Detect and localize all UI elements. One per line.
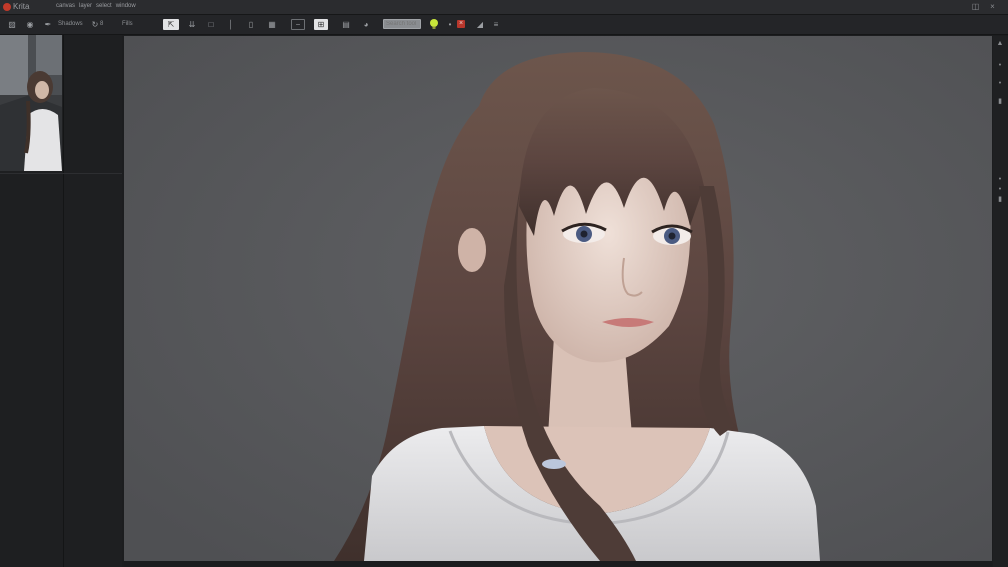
menu-item-layer[interactable]: layer <box>79 0 92 14</box>
pointer-icon[interactable]: ⇱ <box>163 19 179 30</box>
brush-preset-icon[interactable]: ◉ <box>24 19 36 30</box>
menu-bar: Krita canvas layer select window ◫ × <box>0 0 1008 15</box>
main-menu: canvas layer select window <box>56 0 136 14</box>
dock-dot-icon[interactable]: • <box>996 80 1004 88</box>
eraser-icon[interactable]: ◢ <box>474 19 486 30</box>
dock-panel-icon[interactable]: ▮ <box>996 98 1004 106</box>
panel-divider <box>0 173 122 174</box>
doc-icon[interactable]: ▤ <box>340 19 352 30</box>
canvas-area[interactable] <box>124 36 992 561</box>
dock-scroll-icon[interactable]: ▲ <box>996 40 1004 48</box>
pen-icon[interactable]: │ <box>225 19 237 30</box>
right-dock-strip: ▲ • • ▮ • • ▮ <box>993 36 1008 567</box>
thumbnail-preview <box>0 35 62 171</box>
lightbulb-icon[interactable] <box>429 18 439 30</box>
left-panel <box>0 35 122 567</box>
dock-dot-icon[interactable]: • <box>996 176 1004 184</box>
app-name: Krita <box>13 2 30 11</box>
settings-icon[interactable]: ≡ <box>490 19 502 30</box>
transform-icon[interactable]: ⇊ <box>186 19 198 30</box>
dock-panel-icon[interactable]: ▮ <box>996 196 1004 204</box>
frame-icon[interactable]: − <box>291 19 305 30</box>
zoom-icon[interactable]: ⊞ <box>314 19 328 30</box>
brush-label: Shadows <box>58 21 83 27</box>
dock-dot-icon[interactable]: • <box>996 62 1004 70</box>
app-logo-icon <box>3 3 11 11</box>
brush-icon[interactable]: ✒ <box>42 19 54 30</box>
brush-size-value: 8 <box>100 21 104 27</box>
crop-icon[interactable]: □ <box>205 19 217 30</box>
grid-icon[interactable]: ▦ <box>265 19 279 30</box>
save-icon[interactable]: ▨ <box>6 19 18 30</box>
image-thumbnail[interactable] <box>0 35 62 171</box>
canvas-image <box>124 36 992 561</box>
dot-icon[interactable]: • <box>444 19 456 30</box>
close-window-icon[interactable]: × <box>988 2 997 11</box>
tool-options-bar: ▨ ◉ ✒ Shadows ↻ 8 Fills ⇱ ⇊ □ │ ▯ ▦ − ⊞ … <box>0 15 1008 35</box>
thumbnail-column <box>0 35 64 567</box>
menu-item-canvas[interactable]: canvas <box>56 0 75 14</box>
clear-icon[interactable]: × <box>457 20 465 28</box>
restore-window-icon[interactable]: ◫ <box>971 2 980 11</box>
dock-dot-icon[interactable]: • <box>996 186 1004 194</box>
globe-icon[interactable]: ◕ <box>360 19 372 30</box>
menu-item-window[interactable]: window <box>116 0 136 14</box>
fill-label: Fills <box>122 21 133 27</box>
status-bar <box>124 561 992 567</box>
shape-icon[interactable]: ▯ <box>245 19 257 30</box>
menu-item-select[interactable]: select <box>96 0 112 14</box>
search-input[interactable] <box>383 19 421 29</box>
